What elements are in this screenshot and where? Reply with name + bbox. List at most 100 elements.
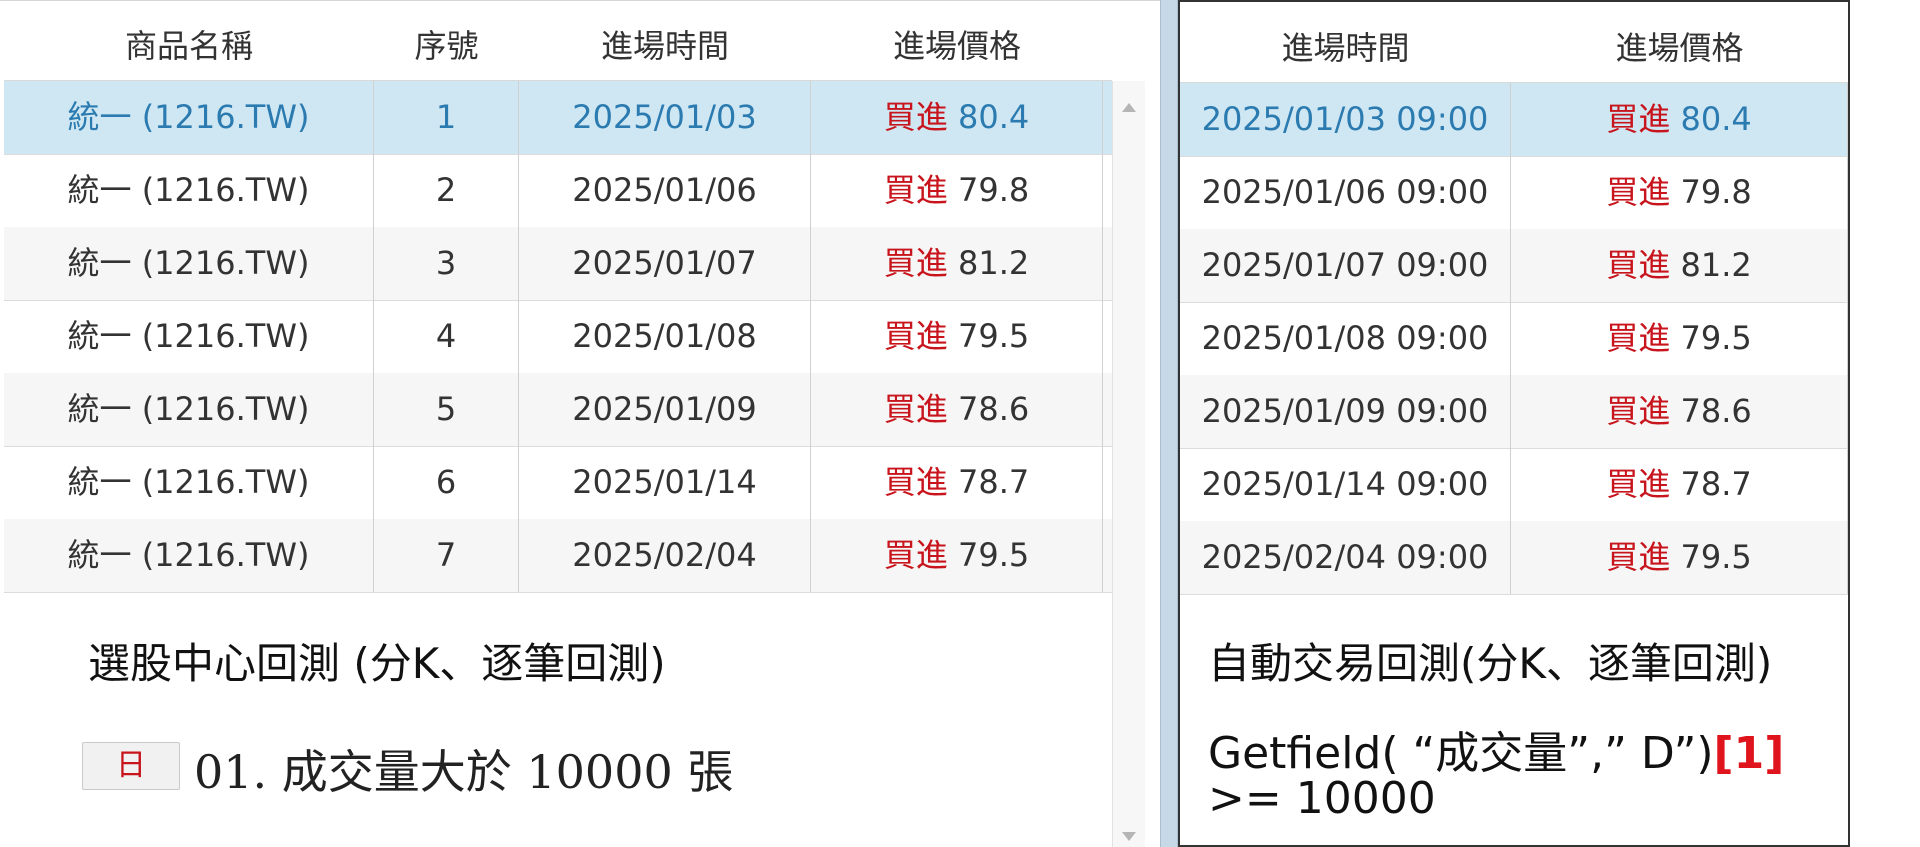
price-value: 78.6 [957, 390, 1030, 428]
cell-seq: 2 [374, 154, 519, 227]
table-row[interactable]: 統一 (1216.TW) 7 2025/02/04 買進 79.5 [4, 519, 1112, 593]
cell-entry-price: 買進 79.8 [811, 154, 1103, 227]
buy-label: 買進 [883, 536, 948, 574]
stock-selection-backtest-panel: 商品名稱 序號 進場時間 進場價格 統一 (1216.TW) 1 2025/01/0… [0, 0, 1160, 847]
header-entry-time[interactable]: 進場時間 [519, 4, 811, 80]
table-row[interactable]: 統一 (1216.TW) 5 2025/01/09 買進 78.6 [4, 373, 1112, 447]
cell-entry-price: 買進 81.2 [811, 227, 1103, 300]
formula-line-1: Getfield( “成交量”,” D”)[1] [1208, 717, 1784, 781]
cell-entry-price: 買進 78.6 [1511, 375, 1848, 448]
table-row[interactable]: 統一 (1216.TW) 2 2025/01/06 買進 79.8 [4, 154, 1112, 228]
table-row[interactable]: 2025/01/07 09:00 買進 81.2 [1180, 229, 1848, 303]
cell-seq: 1 [374, 81, 519, 154]
buy-label: 買進 [883, 390, 948, 428]
left-caption: 選股中心回測 (分K、逐筆回測) [88, 639, 666, 688]
buy-label: 買進 [1606, 538, 1671, 576]
condition-text: 01. 成交量大於 10000 張 [194, 745, 734, 799]
left-table-header: 商品名稱 序號 進場時間 進場價格 [4, 4, 1112, 81]
cell-product: 統一 (1216.TW) [4, 519, 374, 592]
price-value: 79.5 [1680, 319, 1752, 357]
table-row[interactable]: 統一 (1216.TW) 6 2025/01/14 買進 78.7 [4, 446, 1112, 520]
table-row[interactable]: 2025/01/09 09:00 買進 78.6 [1180, 375, 1848, 449]
table-row[interactable]: 2025/02/04 09:00 買進 79.5 [1180, 521, 1848, 595]
cell-entry-price: 買進 79.8 [1511, 156, 1848, 229]
price-value: 79.5 [1680, 538, 1752, 576]
cell-product: 統一 (1216.TW) [4, 227, 374, 300]
buy-label: 買進 [1606, 319, 1671, 357]
price-value: 78.6 [1680, 392, 1752, 430]
buy-label: 買進 [883, 317, 948, 355]
cell-entry-price: 買進 79.5 [1511, 302, 1848, 375]
panel-divider[interactable] [1160, 0, 1180, 847]
cell-entry-time: 2025/01/14 09:00 [1180, 448, 1511, 521]
cell-entry-date: 2025/01/09 [519, 373, 811, 446]
cell-entry-date: 2025/01/06 [519, 154, 811, 227]
cell-entry-price: 買進 79.5 [1511, 521, 1848, 594]
cell-entry-date: 2025/02/04 [519, 519, 811, 592]
buy-label: 買進 [1606, 246, 1671, 284]
cell-product: 統一 (1216.TW) [4, 373, 374, 446]
price-value: 80.4 [1680, 100, 1752, 138]
table-row[interactable]: 2025/01/14 09:00 買進 78.7 [1180, 448, 1848, 522]
header-product-name[interactable]: 商品名稱 [4, 4, 374, 80]
cell-entry-price: 買進 79.5 [811, 300, 1103, 373]
buy-label: 買進 [1606, 100, 1671, 138]
buy-label: 買進 [883, 463, 948, 501]
table-row[interactable]: 統一 (1216.TW) 1 2025/01/03 買進 80.4 [4, 81, 1112, 155]
cell-entry-time: 2025/01/08 09:00 [1180, 302, 1511, 375]
table-row[interactable]: 2025/01/03 09:00 買進 80.4 [1180, 83, 1848, 157]
right-table-header: 進場時間 進場價格 [1180, 6, 1848, 83]
formula-reference: [1] [1713, 728, 1785, 779]
right-caption: 自動交易回測(分K、逐筆回測) [1208, 639, 1773, 688]
cell-entry-time: 2025/01/09 09:00 [1180, 375, 1511, 448]
cell-product: 統一 (1216.TW) [4, 446, 374, 519]
period-badge[interactable]: 日 [82, 742, 180, 790]
cell-seq: 6 [374, 446, 519, 519]
cell-entry-price: 買進 81.2 [1511, 229, 1848, 302]
left-table-scrollbar[interactable] [1112, 81, 1145, 847]
cell-product: 統一 (1216.TW) [4, 300, 374, 373]
header-entry-price[interactable]: 進場價格 [1511, 6, 1848, 82]
cell-entry-price: 買進 79.5 [811, 519, 1103, 592]
price-value: 79.5 [957, 536, 1030, 574]
auto-trade-backtest-panel: 進場時間 進場價格 2025/01/03 09:00 買進 80.4 2025/01… [1180, 0, 1850, 847]
scroll-up-arrow-icon[interactable] [1122, 103, 1136, 112]
cell-seq: 7 [374, 519, 519, 592]
cell-product: 統一 (1216.TW) [4, 81, 374, 154]
cell-entry-time: 2025/01/03 09:00 [1180, 83, 1511, 156]
panel-top-border [0, 0, 1160, 1]
table-row[interactable]: 統一 (1216.TW) 4 2025/01/08 買進 79.5 [4, 300, 1112, 374]
price-value: 81.2 [1680, 246, 1752, 284]
price-value: 78.7 [957, 463, 1030, 501]
cell-entry-date: 2025/01/03 [519, 81, 811, 154]
price-value: 79.8 [957, 171, 1030, 209]
scroll-down-arrow-icon[interactable] [1122, 832, 1136, 841]
table-row[interactable]: 2025/01/08 09:00 買進 79.5 [1180, 302, 1848, 376]
cell-entry-date: 2025/01/07 [519, 227, 811, 300]
cell-seq: 4 [374, 300, 519, 373]
table-row[interactable]: 統一 (1216.TW) 3 2025/01/07 買進 81.2 [4, 227, 1112, 301]
buy-label: 買進 [883, 171, 948, 209]
buy-label: 買進 [1606, 392, 1671, 430]
cell-entry-date: 2025/01/14 [519, 446, 811, 519]
cell-product: 統一 (1216.TW) [4, 154, 374, 227]
price-value: 80.4 [957, 98, 1030, 136]
buy-label: 買進 [1606, 465, 1671, 503]
formula-line-2: >= 10000 [1208, 773, 1436, 824]
formula-expression: Getfield( “成交量”,” D”) [1208, 728, 1714, 779]
cell-seq: 5 [374, 373, 519, 446]
cell-entry-price: 買進 80.4 [811, 81, 1103, 154]
cell-seq: 3 [374, 227, 519, 300]
header-entry-time[interactable]: 進場時間 [1180, 6, 1511, 82]
cell-entry-price: 買進 78.7 [1511, 448, 1848, 521]
cell-entry-time: 2025/02/04 09:00 [1180, 521, 1511, 594]
cell-entry-date: 2025/01/08 [519, 300, 811, 373]
buy-label: 買進 [1606, 173, 1671, 211]
cell-entry-price: 買進 80.4 [1511, 83, 1848, 156]
price-value: 81.2 [957, 244, 1030, 282]
table-row[interactable]: 2025/01/06 09:00 買進 79.8 [1180, 156, 1848, 230]
cell-entry-time: 2025/01/07 09:00 [1180, 229, 1511, 302]
header-entry-price[interactable]: 進場價格 [811, 4, 1103, 80]
buy-label: 買進 [883, 244, 948, 282]
header-seq[interactable]: 序號 [374, 4, 519, 80]
